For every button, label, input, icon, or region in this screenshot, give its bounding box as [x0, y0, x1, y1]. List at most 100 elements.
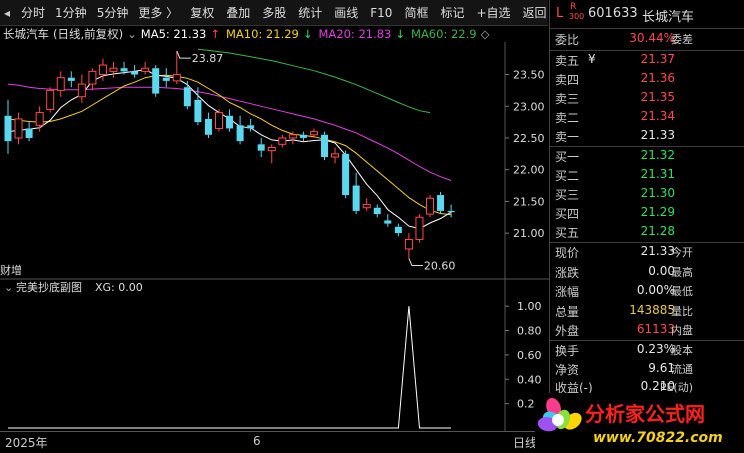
back-button[interactable]: 返回 [518, 0, 552, 26]
chevron-right-icon: 〉 [166, 5, 179, 20]
candle [384, 214, 392, 227]
candle-body [25, 128, 33, 138]
stat-row-value: 21.33 [640, 244, 675, 258]
candle [447, 204, 455, 218]
high-annotation: 23.87 [192, 52, 224, 65]
add-watchlist-button[interactable]: +自选 [471, 0, 515, 26]
candle-body [120, 68, 128, 72]
stat-row-value: 143885 [629, 302, 675, 317]
chevron-down-icon[interactable]: ⌄ [4, 281, 13, 294]
low-annotation: 20.60 [424, 259, 456, 272]
candle-body [215, 112, 223, 129]
currency-icon: ¥ [588, 52, 596, 66]
price-tick-label: 22.00 [513, 164, 545, 177]
candle [226, 109, 234, 132]
ask-level-2-label: 卖二 [555, 111, 580, 125]
l-badge: L [556, 6, 564, 21]
divider [550, 242, 744, 243]
tab-intraday[interactable]: 分时 [16, 0, 50, 26]
tab-5min[interactable]: 5分钟 [92, 0, 134, 26]
candle [77, 74, 86, 104]
arrow-down-icon: ↓ [395, 27, 406, 41]
low-pointer [408, 258, 423, 266]
stat-row: 现价 21.33 今开 [550, 244, 744, 263]
draw-line-button[interactable]: 画线 [329, 0, 363, 26]
stat-row-value: 0.00% [636, 283, 675, 297]
candle-body [278, 137, 287, 145]
ma60-label: MA60: 22.9 [411, 27, 477, 41]
quote-header: L R 300 601633 长城汽车 [550, 2, 744, 26]
stats-button[interactable]: 统计 [293, 0, 327, 26]
month-label: 6 [253, 434, 261, 448]
bid-level-3: 买三 21.30 [550, 186, 744, 205]
quote-panel: L R 300 601633 长城汽车 委比 30.44% 委差 卖五 ¥21.3… [549, 0, 744, 453]
sub-chart-xg-label: XG: 0.00 [95, 281, 143, 294]
watermark-url: www.70822.com [593, 430, 723, 446]
multi-stock-button[interactable]: 多股 [257, 0, 291, 26]
ask-level-3: 卖三 21.35 [550, 90, 744, 109]
weibi-row: 委比 30.44% 委差 [550, 31, 744, 50]
price-tick-label: 23.50 [513, 69, 545, 82]
sub-chart-title: 完美抄底副图 [16, 280, 82, 294]
candle-body [56, 77, 65, 91]
tab-more[interactable]: 更多 〉 [133, 0, 183, 26]
candle-body [236, 125, 244, 142]
stat-row-label: 涨跌 [555, 265, 580, 280]
candle-body [152, 68, 160, 94]
stat2-row-label2: 流通 [671, 362, 693, 376]
candle [109, 61, 118, 78]
weibi-label: 委比 [555, 33, 580, 47]
stock-name: 长城汽车 [3, 27, 49, 41]
candle-body [46, 89, 55, 110]
overlay-button[interactable]: 叠加 [221, 0, 255, 26]
ask-level-4: 卖四 21.36 [550, 71, 744, 90]
candle-body [247, 125, 255, 129]
site-watermark-logo: 分析家公式网 www.70822.com [535, 393, 744, 453]
divider [550, 146, 744, 147]
candle [56, 71, 65, 97]
bid-level-4-value: 21.29 [640, 205, 675, 219]
stat2-row: 净资 9.61 流通 [550, 361, 744, 380]
candle [25, 122, 33, 142]
stat-row: 总量 143885 量比 [550, 303, 744, 322]
diamond-icon[interactable]: ◇ [481, 27, 490, 41]
sub-tick-label: 0.40 [517, 373, 542, 386]
candles [4, 51, 455, 259]
bid-level-3-label: 买三 [555, 188, 580, 202]
kline-chart[interactable]: 23.50 23.00 22.50 22.00 21.50 21.00 23.87 20.… [0, 42, 549, 431]
candle [426, 195, 434, 218]
ask-level-4-label: 卖四 [555, 73, 580, 87]
price-tick-label: 23.00 [513, 100, 545, 113]
candle-body [352, 185, 360, 211]
toolbar-left-arrow-icon[interactable]: ◂ [0, 0, 14, 26]
candle-body [299, 134, 307, 138]
candle-body [321, 134, 328, 157]
tab-1min[interactable]: 1分钟 [50, 0, 92, 26]
candle [67, 71, 75, 88]
chevron-down-icon[interactable]: ⌄ [127, 27, 137, 41]
stat2-row-label: 净资 [555, 362, 580, 377]
mark-button[interactable]: 标记 [435, 0, 469, 26]
ask-level-3-value: 21.35 [640, 90, 675, 104]
candle [299, 131, 307, 142]
candle-body [437, 195, 445, 211]
candle-body [331, 153, 340, 158]
period-tab-daily[interactable]: 日线 [513, 434, 537, 451]
bid-level-5-label: 买五 [555, 226, 580, 240]
ask-level-1-value: 21.33 [640, 128, 675, 142]
stat-row-label2: 量比 [671, 304, 693, 318]
candle [152, 65, 160, 97]
xg-line [8, 306, 452, 429]
f10-button[interactable]: F10 [365, 0, 397, 26]
stat-row: 涨幅 0.00% 最低 [550, 283, 744, 302]
stat-row-label: 现价 [555, 246, 580, 260]
r-badge-sub: 300 [569, 12, 585, 21]
fuquan-button[interactable]: 复权 [185, 0, 219, 26]
sub-tick-label: 0.80 [517, 325, 542, 338]
stock-name-title: 长城汽车 [642, 10, 695, 25]
simple-frame-button[interactable]: 简框 [399, 0, 433, 26]
price-axis: 23.50 23.00 22.50 22.00 21.50 21.00 [505, 69, 545, 240]
stat-row-label: 外盘 [555, 324, 580, 338]
candle [257, 137, 265, 157]
bid-level-1: 买一 21.32 [550, 148, 744, 167]
